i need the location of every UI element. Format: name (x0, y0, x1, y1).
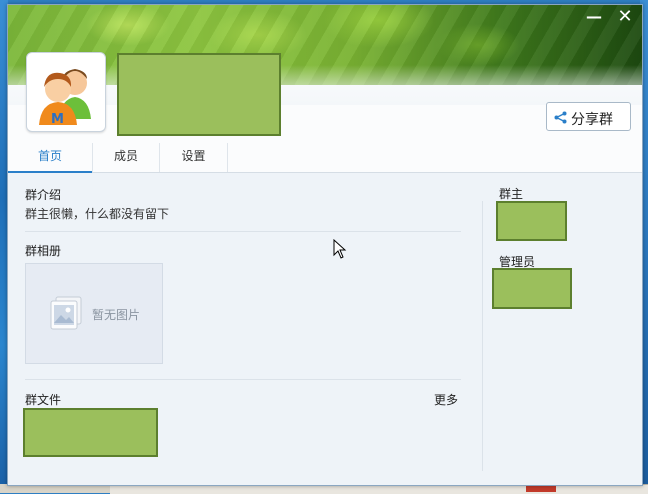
image-placeholder-icon (50, 296, 82, 330)
intro-title: 群介绍 (25, 188, 62, 202)
divider (25, 231, 461, 232)
tab-bar: 首页 成员 设置 (8, 143, 642, 173)
close-button[interactable]: ✕ (611, 7, 639, 29)
group-avatar-icon: M (39, 69, 91, 127)
album-title: 群相册 (25, 244, 62, 258)
file-item-redacted[interactable] (23, 408, 158, 457)
tab-home[interactable]: 首页 (8, 143, 93, 173)
group-avatar[interactable]: M (26, 52, 106, 132)
files-title: 群文件 (25, 393, 62, 407)
group-profile-window: — ✕ M 分享群 首页 成员 设置 群介绍 群主很懒，什么都没有留下 群相册 … (7, 4, 643, 486)
sidebar-divider (482, 201, 483, 471)
group-name-redacted (117, 53, 281, 136)
admin-redacted[interactable] (492, 268, 572, 309)
owner-redacted[interactable] (496, 201, 567, 241)
mouse-cursor-icon (333, 239, 347, 259)
intro-text: 群主很懒，什么都没有留下 (25, 207, 170, 221)
album-empty-text: 暂无图片 (92, 308, 141, 322)
tab-members[interactable]: 成员 (93, 143, 160, 172)
taskbar-app-icon[interactable] (526, 485, 556, 492)
svg-text:M: M (51, 112, 64, 127)
owner-title: 群主 (499, 187, 524, 201)
share-icon (554, 111, 567, 124)
divider (25, 379, 461, 380)
share-button-label: 分享群 (571, 112, 613, 128)
minimize-button[interactable]: — (580, 7, 608, 29)
album-empty-box[interactable]: 暂无图片 (25, 263, 163, 364)
share-group-button[interactable]: 分享群 (546, 102, 631, 131)
files-more-link[interactable]: 更多 (434, 391, 458, 408)
tab-settings[interactable]: 设置 (160, 143, 228, 172)
